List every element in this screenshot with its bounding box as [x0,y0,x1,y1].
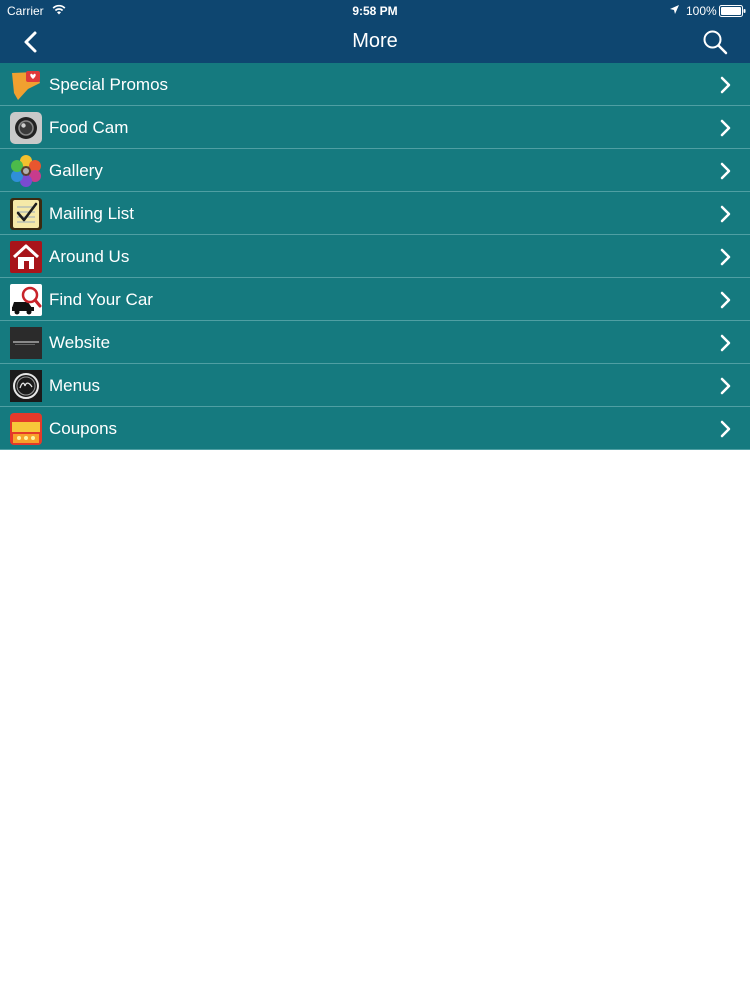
camera-icon [10,112,42,144]
status-bar: Carrier 9:58 PM 100% [0,0,750,22]
chevron-right-icon [720,119,731,137]
battery-percent: 100% [686,4,717,18]
menu-item-label: Food Cam [49,118,129,137]
chevron-right-icon [720,420,731,438]
menu-item-gallery[interactable]: Gallery [0,149,750,192]
menu-item-label: Coupons [49,419,118,438]
menu-item-label: Special Promos [49,75,169,94]
battery-icon [719,5,746,17]
menus-icon [10,370,42,402]
clock: 9:58 PM [352,4,398,18]
menu-item-food-cam[interactable]: Food Cam [0,106,750,149]
chevron-right-icon [720,76,731,94]
promo-icon [12,71,40,100]
menu-item-label: Website [49,333,111,352]
chevron-right-icon [720,162,731,180]
menu-item-label: Gallery [49,161,103,180]
menu-item-coupons[interactable]: Coupons [0,407,750,450]
chevron-right-icon [720,248,731,266]
chevron-right-icon [720,205,731,223]
find-car-icon [10,284,42,316]
menu-item-label: Menus [49,376,101,395]
menu-item-label: Around Us [49,247,130,266]
website-icon [10,327,42,359]
menu-item-around-us[interactable]: Around Us [0,235,750,278]
chevron-right-icon [720,334,731,352]
menu-item-mailing-list[interactable]: Mailing List [0,192,750,235]
menu-item-menus[interactable]: Menus [0,364,750,407]
coupon-icon [10,413,42,445]
more-menu-list: Special Promos Food Cam Gallery Mailing … [0,63,750,450]
home-icon [10,241,42,273]
nav-bar: More [0,22,750,63]
search-icon[interactable] [701,28,729,56]
location-arrow-icon [670,5,679,14]
chevron-right-icon [720,377,731,395]
menu-item-website[interactable]: Website [0,321,750,364]
menu-item-special-promos[interactable]: Special Promos [0,63,750,106]
gallery-icon [11,155,41,187]
menu-item-label: Mailing List [49,204,135,223]
menu-item-find-your-car[interactable]: Find Your Car [0,278,750,321]
chevron-right-icon [720,291,731,309]
menu-item-label: Find Your Car [49,290,153,309]
page-title: More [352,30,398,52]
mailing-list-icon [10,198,42,230]
